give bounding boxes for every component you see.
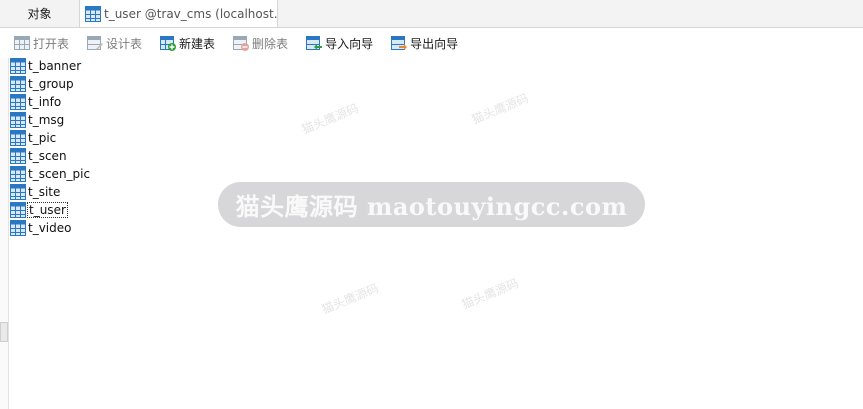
import-wizard-button[interactable]: 导入向导 xyxy=(292,32,377,54)
delete-table-icon xyxy=(233,35,250,51)
table-item[interactable]: t_site xyxy=(10,183,90,201)
tab-objects[interactable]: 对象 xyxy=(0,0,80,27)
table-item-name: t_banner xyxy=(28,59,82,73)
table-item-name: t_msg xyxy=(28,113,65,127)
watermark-tile: 猫头鹰源码 xyxy=(469,91,531,127)
table-item-name: t_video xyxy=(28,221,72,235)
export-wizard-icon xyxy=(391,35,408,51)
table-item-name: t_scen xyxy=(28,149,67,163)
delete-table-button[interactable]: 删除表 xyxy=(219,32,292,54)
table-item[interactable]: t_video xyxy=(10,219,90,237)
open-table-button[interactable]: 打开表 xyxy=(0,32,73,54)
watermark-banner: 猫头鹰源码 maotouyingcc.com xyxy=(218,182,645,227)
table-item[interactable]: t_scen_pic xyxy=(10,165,90,183)
table-icon xyxy=(10,220,26,236)
tab-table-label: t_user @trav_cms (localhost... xyxy=(104,6,277,21)
table-item-name: t_group xyxy=(28,77,74,91)
left-pane-edge xyxy=(0,58,9,409)
import-wizard-label: 导入向导 xyxy=(325,36,374,51)
tab-table-t-user[interactable]: t_user @trav_cms (localhost... xyxy=(80,0,278,27)
table-item-name: t_site xyxy=(28,185,61,199)
export-wizard-label: 导出向导 xyxy=(410,36,459,51)
table-item-name: t_info xyxy=(28,95,62,109)
pane-resize-handle[interactable] xyxy=(0,322,8,342)
table-item-name: t_pic xyxy=(28,131,57,145)
new-table-button[interactable]: 新建表 xyxy=(146,32,219,54)
delete-table-label: 删除表 xyxy=(252,36,289,51)
table-item-name: t_scen_pic xyxy=(28,167,91,181)
watermark-tile: 猫头鹰源码 xyxy=(299,101,361,137)
import-wizard-icon xyxy=(306,35,323,51)
table-icon xyxy=(85,5,101,22)
tab-objects-label: 对象 xyxy=(27,7,52,21)
table-icon xyxy=(10,202,26,218)
table-icon xyxy=(10,166,26,182)
watermark-banner-text: 猫头鹰源码 maotouyingcc.com xyxy=(235,192,628,221)
table-icon xyxy=(10,58,26,74)
table-item[interactable]: t_info xyxy=(10,93,90,111)
object-toolbar: 打开表 设计表 新建表 删除表 导入向导 导出向导 xyxy=(0,28,863,58)
table-item[interactable]: t_banner xyxy=(10,57,90,75)
table-item[interactable]: t_pic xyxy=(10,129,90,147)
design-table-icon xyxy=(87,35,104,51)
design-table-label: 设计表 xyxy=(106,36,143,51)
table-icon xyxy=(10,130,26,146)
table-item-name: t_user xyxy=(27,202,68,218)
table-icon xyxy=(10,112,26,128)
table-item[interactable]: t_scen xyxy=(10,147,90,165)
table-icon xyxy=(10,184,26,200)
table-item[interactable]: t_group xyxy=(10,75,90,93)
new-table-icon xyxy=(160,35,177,51)
table-item[interactable]: t_user xyxy=(10,201,90,219)
watermark-tile: 猫头鹰源码 xyxy=(459,276,521,312)
table-icon xyxy=(10,148,26,164)
table-icon xyxy=(10,94,26,110)
table-item[interactable]: t_msg xyxy=(10,111,90,129)
watermark-tile: 猫头鹰源码 xyxy=(319,281,381,317)
new-table-label: 新建表 xyxy=(179,36,216,51)
table-icon xyxy=(10,76,26,92)
design-table-button[interactable]: 设计表 xyxy=(73,32,146,54)
table-list: t_banner t_group t_info t_msg t_pic t_sc… xyxy=(10,57,90,237)
export-wizard-button[interactable]: 导出向导 xyxy=(377,32,462,54)
open-table-icon xyxy=(14,35,30,51)
tab-bar: 对象 t_user @trav_cms (localhost... xyxy=(0,0,863,28)
open-table-label: 打开表 xyxy=(33,36,70,51)
